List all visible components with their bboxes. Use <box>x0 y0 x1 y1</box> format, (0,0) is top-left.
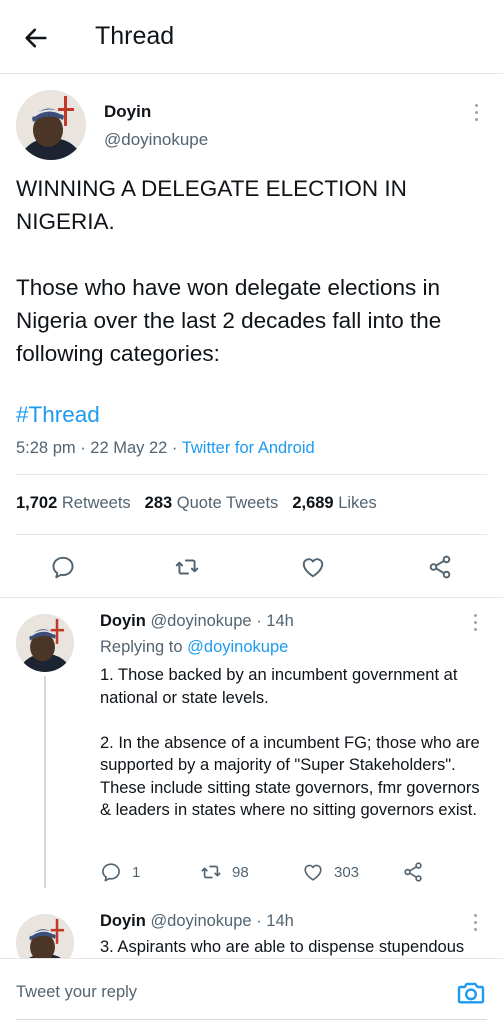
reply-time: · 14h <box>256 612 294 630</box>
avatar[interactable] <box>16 90 86 160</box>
divider <box>16 534 487 535</box>
reply-action[interactable]: 1 <box>100 860 140 884</box>
share-action[interactable] <box>402 860 434 884</box>
reply-paragraph: 1. Those backed by an incumbent governme… <box>100 666 458 707</box>
more-icon[interactable] <box>471 614 479 634</box>
reply-author-handle[interactable]: @doyinokupe <box>150 612 251 630</box>
tweet-time: 5:28 pm <box>16 439 76 457</box>
reply-author-name[interactable]: Doyin <box>100 912 146 930</box>
reply-icon <box>102 863 120 882</box>
reply-icon[interactable] <box>50 554 76 580</box>
reply-author-handle[interactable]: @doyinokupe <box>150 912 251 930</box>
likes-stat[interactable]: 2,689 Likes <box>292 494 376 512</box>
reply-author-name[interactable]: Doyin <box>100 612 146 630</box>
retweet-icon[interactable] <box>174 554 200 580</box>
tweet-meta: 5:28 pm · 22 May 22 · Twitter for Androi… <box>16 439 315 457</box>
divider <box>16 474 487 475</box>
like-icon[interactable] <box>300 554 326 580</box>
retweet-action[interactable]: 98 <box>200 860 249 884</box>
reply-actions: 1 98 303 <box>100 860 430 884</box>
avatar[interactable] <box>16 614 74 672</box>
share-icon[interactable] <box>427 554 453 580</box>
tweet-paragraph: Those who have won delegate elections in… <box>16 275 442 366</box>
reply-input[interactable]: Tweet your reply <box>16 983 137 1002</box>
tweet-text: WINNING A DELEGATE ELECTION IN NIGERIA. … <box>16 172 486 370</box>
reply-text: 1. Those backed by an incumbent governme… <box>100 664 490 822</box>
tweet-stats: 1,702 Retweets 283 Quote Tweets 2,689 Like… <box>16 494 377 513</box>
tweet-source-link[interactable]: Twitter for Android <box>182 439 315 457</box>
like-action[interactable]: 303 <box>302 860 359 884</box>
camera-icon[interactable] <box>455 977 487 1009</box>
retweets-stat[interactable]: 1,702 Retweets <box>16 494 131 512</box>
tweet-date: 22 May 22 <box>90 439 168 457</box>
input-underline <box>16 1019 487 1020</box>
quotes-stat[interactable]: 283 Quote Tweets <box>145 494 279 512</box>
thread-connector-line <box>44 676 46 888</box>
reply-composer: Tweet your reply <box>0 958 503 1024</box>
replying-to-handle[interactable]: @doyinokupe <box>187 638 288 656</box>
reply-header: Doyin @doyinokupe · 14h <box>100 612 294 631</box>
share-icon <box>404 862 422 882</box>
tweet-paragraph: WINNING A DELEGATE ELECTION IN NIGERIA. <box>16 176 407 234</box>
like-icon <box>304 864 322 881</box>
like-count: 303 <box>334 863 360 881</box>
reply-header: Doyin @doyinokupe · 14h <box>100 912 294 931</box>
retweet-icon <box>201 865 221 879</box>
more-icon[interactable] <box>471 914 479 934</box>
page-title: Thread <box>95 22 175 50</box>
reply-text: 3. Aspirants who are able to dispense st… <box>100 938 465 956</box>
more-icon[interactable] <box>472 104 480 124</box>
author-name[interactable]: Doyin <box>104 102 151 122</box>
reply-count: 1 <box>132 863 141 881</box>
reply-time: · 14h <box>256 912 294 930</box>
back-arrow-icon[interactable] <box>22 24 50 52</box>
replying-to: Replying to @doyinokupe <box>100 638 289 656</box>
divider <box>0 597 503 598</box>
author-handle[interactable]: @doyinokupe <box>104 130 208 150</box>
top-bar: Thread <box>0 0 503 74</box>
hashtag-link[interactable]: #Thread <box>16 402 100 428</box>
retweet-count: 98 <box>232 863 249 881</box>
reply-paragraph: 2. In the absence of a incumbent FG; tho… <box>100 733 480 820</box>
